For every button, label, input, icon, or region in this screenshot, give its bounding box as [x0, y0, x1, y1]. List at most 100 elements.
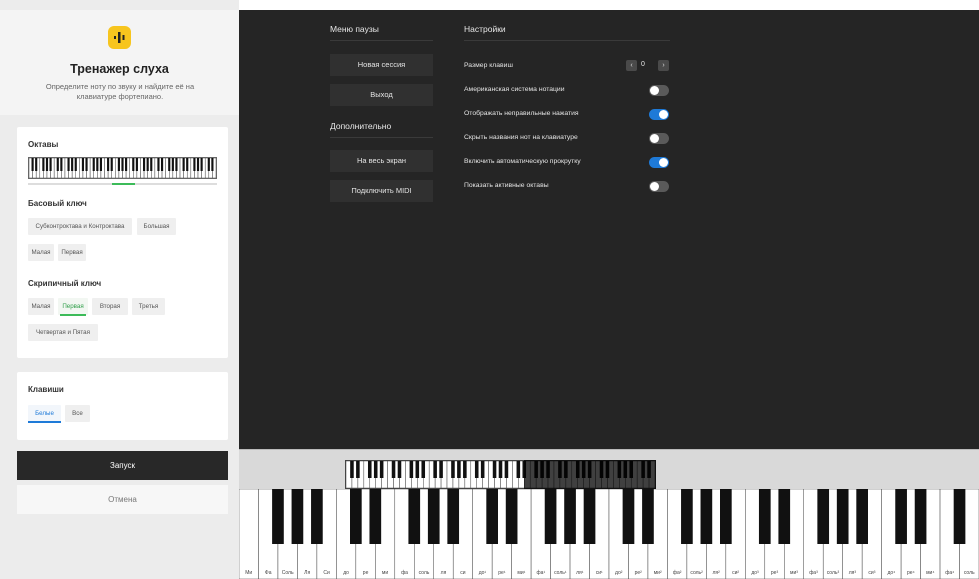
octave-range-keyboard[interactable] — [28, 157, 217, 179]
black-key[interactable] — [49, 158, 52, 171]
black-key[interactable] — [498, 461, 503, 478]
black-key[interactable] — [193, 158, 196, 171]
chevron-right-icon[interactable]: › — [658, 60, 669, 71]
cancel-button[interactable]: Отмена — [17, 485, 228, 514]
chip-bass-subcontra[interactable]: Субконтроктава и Контроктава — [28, 218, 132, 235]
black-key[interactable] — [895, 489, 907, 544]
black-key[interactable] — [160, 158, 164, 171]
black-key[interactable] — [817, 489, 830, 544]
black-key[interactable] — [720, 489, 732, 544]
black-key[interactable] — [409, 461, 414, 478]
chip-treble-small[interactable]: Малая — [28, 298, 54, 315]
black-key[interactable] — [99, 158, 103, 171]
chip-keys-all[interactable]: Все — [65, 405, 90, 422]
black-key[interactable] — [408, 489, 421, 544]
black-key[interactable] — [125, 158, 128, 171]
black-key[interactable] — [71, 158, 74, 171]
black-key[interactable] — [85, 158, 88, 171]
black-key[interactable] — [146, 158, 149, 171]
black-key[interactable] — [157, 158, 160, 171]
black-key[interactable] — [836, 489, 849, 544]
black-key[interactable] — [433, 461, 437, 478]
black-key[interactable] — [142, 158, 146, 171]
chip-bass-small[interactable]: Малая — [28, 244, 54, 261]
chip-treble-fourth-fifth[interactable]: Четвертая и Пятая — [28, 324, 98, 341]
black-key[interactable] — [373, 461, 378, 478]
black-key[interactable] — [379, 461, 384, 478]
toggle-show-active-octaves[interactable] — [649, 181, 669, 192]
black-key[interactable] — [56, 158, 59, 171]
black-key[interactable] — [207, 158, 210, 171]
toggle-american-notation[interactable] — [649, 85, 669, 96]
black-key[interactable] — [439, 461, 443, 478]
chip-treble-first[interactable]: Первая — [58, 298, 88, 316]
chip-keys-white[interactable]: Белые — [28, 405, 61, 423]
black-key[interactable] — [480, 461, 485, 478]
black-key[interactable] — [175, 158, 178, 171]
start-button[interactable]: Запуск — [17, 451, 228, 480]
black-key[interactable] — [135, 158, 138, 171]
black-key[interactable] — [74, 158, 77, 171]
black-key[interactable] — [486, 489, 498, 544]
black-key[interactable] — [953, 489, 966, 544]
black-key[interactable] — [367, 461, 372, 478]
black-key[interactable] — [186, 158, 189, 171]
black-key[interactable] — [67, 158, 70, 171]
black-key[interactable] — [291, 489, 304, 544]
black-key[interactable] — [92, 158, 95, 171]
toggle-hide-note-names[interactable] — [649, 133, 669, 144]
black-key[interactable] — [171, 158, 174, 171]
exit-button[interactable]: Выход — [330, 84, 433, 106]
black-key[interactable] — [350, 461, 354, 478]
black-key[interactable] — [107, 158, 110, 171]
black-key[interactable] — [700, 489, 713, 544]
piano-keyboard[interactable]: Ми Фа Соль Ля Си до ре ми фа соль ля си до¹ ре¹ ми¹ фа¹… — [239, 489, 979, 579]
black-key[interactable] — [463, 461, 467, 478]
black-key[interactable] — [474, 461, 479, 478]
toggle-auto-scroll[interactable] — [649, 157, 669, 168]
black-key[interactable] — [516, 461, 521, 478]
black-key[interactable] — [369, 489, 382, 544]
black-key[interactable] — [31, 158, 34, 171]
toggle-show-wrong-presses[interactable] — [649, 109, 669, 120]
chip-bass-first[interactable]: Первая — [58, 244, 86, 261]
black-key[interactable] — [457, 461, 461, 478]
black-key[interactable] — [622, 489, 635, 544]
black-key[interactable] — [311, 489, 323, 544]
black-key[interactable] — [492, 461, 497, 478]
connect-midi-button[interactable]: Подключить MIDI — [330, 180, 433, 202]
black-key[interactable] — [544, 489, 557, 544]
fullscreen-button[interactable]: На весь экран — [330, 150, 433, 172]
black-key[interactable] — [397, 461, 402, 478]
black-key[interactable] — [60, 158, 63, 171]
black-key[interactable] — [350, 489, 362, 544]
black-key[interactable] — [168, 158, 171, 171]
white-key[interactable] — [239, 489, 259, 579]
black-key[interactable] — [391, 461, 396, 478]
black-key[interactable] — [45, 158, 49, 171]
black-key[interactable] — [272, 489, 284, 544]
chip-treble-third[interactable]: Третья — [132, 298, 165, 315]
black-key[interactable] — [211, 158, 214, 171]
black-key[interactable] — [856, 489, 868, 544]
black-key[interactable] — [182, 158, 185, 171]
black-key[interactable] — [758, 489, 771, 544]
black-key[interactable] — [451, 461, 455, 478]
black-key[interactable] — [642, 489, 654, 544]
black-key[interactable] — [564, 489, 576, 544]
black-key[interactable] — [681, 489, 693, 544]
black-key[interactable] — [150, 158, 153, 171]
black-key[interactable] — [421, 461, 426, 478]
black-key[interactable] — [200, 158, 203, 171]
black-key[interactable] — [35, 158, 38, 171]
chip-treble-second[interactable]: Вторая — [92, 298, 128, 315]
black-key[interactable] — [81, 158, 85, 171]
new-session-button[interactable]: Новая сессия — [330, 54, 433, 76]
black-key[interactable] — [447, 489, 460, 544]
black-key[interactable] — [196, 158, 200, 171]
black-key[interactable] — [356, 461, 360, 478]
black-key[interactable] — [415, 461, 420, 478]
chip-bass-great[interactable]: Большая — [137, 218, 176, 235]
black-key[interactable] — [504, 461, 509, 478]
black-key[interactable] — [121, 158, 124, 171]
